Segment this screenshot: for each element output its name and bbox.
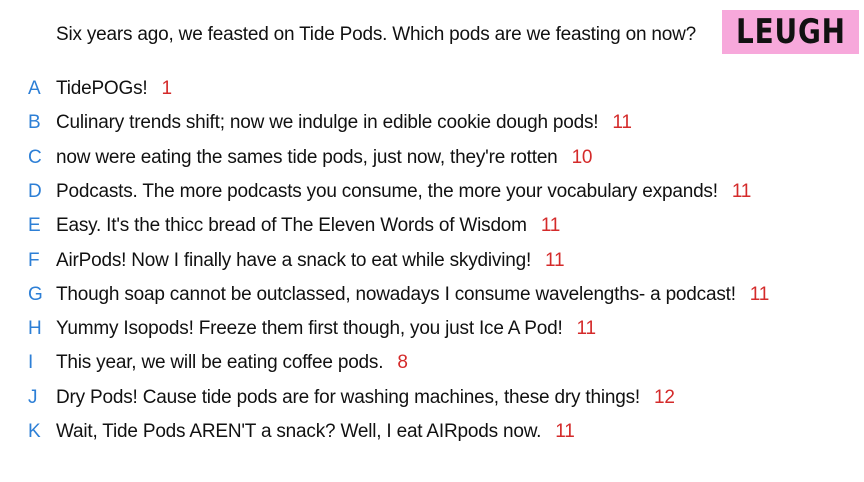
answer-text: Wait, Tide Pods AREN'T a snack? Well, I … bbox=[56, 421, 542, 442]
prompt-question: Six years ago, we feasted on Tide Pods. … bbox=[56, 24, 697, 45]
answer-letter: G bbox=[28, 283, 43, 305]
answer-text: This year, we will be eating coffee pods… bbox=[56, 352, 384, 374]
answer-score: 11 bbox=[731, 180, 752, 202]
answer-score: 10 bbox=[571, 146, 593, 168]
answer-score: 11 bbox=[749, 283, 770, 305]
answer-row: A TidePOGs! 1 bbox=[0, 75, 864, 103]
answer-text: now were eating the sames tide pods, jus… bbox=[56, 146, 558, 168]
answer-text: AirPods! Now I finally have a snack to e… bbox=[56, 249, 532, 271]
answer-letter: B bbox=[28, 112, 41, 134]
leugh-logo: LEUGH bbox=[722, 10, 859, 54]
answer-row: J Dry Pods! Cause tide pods are for wash… bbox=[0, 384, 864, 412]
answer-letter: C bbox=[28, 146, 42, 168]
answer-row: D Podcasts. The more podcasts you consum… bbox=[0, 178, 864, 206]
answer-letter: I bbox=[28, 352, 34, 374]
answer-row: G Though soap cannot be outclassed, nowa… bbox=[0, 281, 864, 309]
answer-score: 1 bbox=[161, 78, 172, 99]
answer-letter: J bbox=[28, 386, 38, 408]
answer-row: I This year, we will be eating coffee po… bbox=[0, 349, 864, 377]
answer-letter: H bbox=[28, 318, 42, 340]
answer-text: TidePOGs! bbox=[56, 78, 148, 99]
answer-text: Podcasts. The more podcasts you consume,… bbox=[56, 180, 718, 202]
answer-text: Easy. It's the thicc bread of The Eleven… bbox=[56, 215, 527, 237]
answer-text: Yummy Isopods! Freeze them first though,… bbox=[56, 318, 563, 340]
answer-row: F AirPods! Now I finally have a snack to… bbox=[0, 247, 864, 275]
answer-score: 11 bbox=[555, 421, 575, 442]
answer-score: 8 bbox=[397, 352, 408, 374]
answer-row: C now were eating the sames tide pods, j… bbox=[0, 144, 864, 172]
answer-letter: A bbox=[28, 78, 41, 99]
answer-letter: E bbox=[28, 215, 41, 237]
answer-row: K Wait, Tide Pods AREN'T a snack? Well, … bbox=[0, 418, 864, 446]
answer-row: H Yummy Isopods! Freeze them first thoug… bbox=[0, 315, 864, 343]
answer-row: E Easy. It's the thicc bread of The Elev… bbox=[0, 212, 864, 240]
answer-score: 12 bbox=[653, 386, 675, 408]
answer-letter: K bbox=[28, 421, 41, 442]
answer-score: 11 bbox=[576, 318, 597, 340]
answer-row: B Culinary trends shift; now we indulge … bbox=[0, 109, 864, 137]
logo-text: LEUGH bbox=[735, 12, 846, 52]
answer-letter: D bbox=[28, 180, 42, 202]
answer-text: Culinary trends shift; now we indulge in… bbox=[56, 112, 599, 134]
answer-score: 11 bbox=[545, 249, 565, 271]
answer-text: Though soap cannot be outclassed, nowada… bbox=[56, 283, 736, 305]
answer-score: 11 bbox=[540, 215, 561, 237]
answer-score: 11 bbox=[612, 112, 632, 134]
answer-letter: F bbox=[28, 249, 40, 271]
answer-text: Dry Pods! Cause tide pods are for washin… bbox=[56, 386, 640, 408]
